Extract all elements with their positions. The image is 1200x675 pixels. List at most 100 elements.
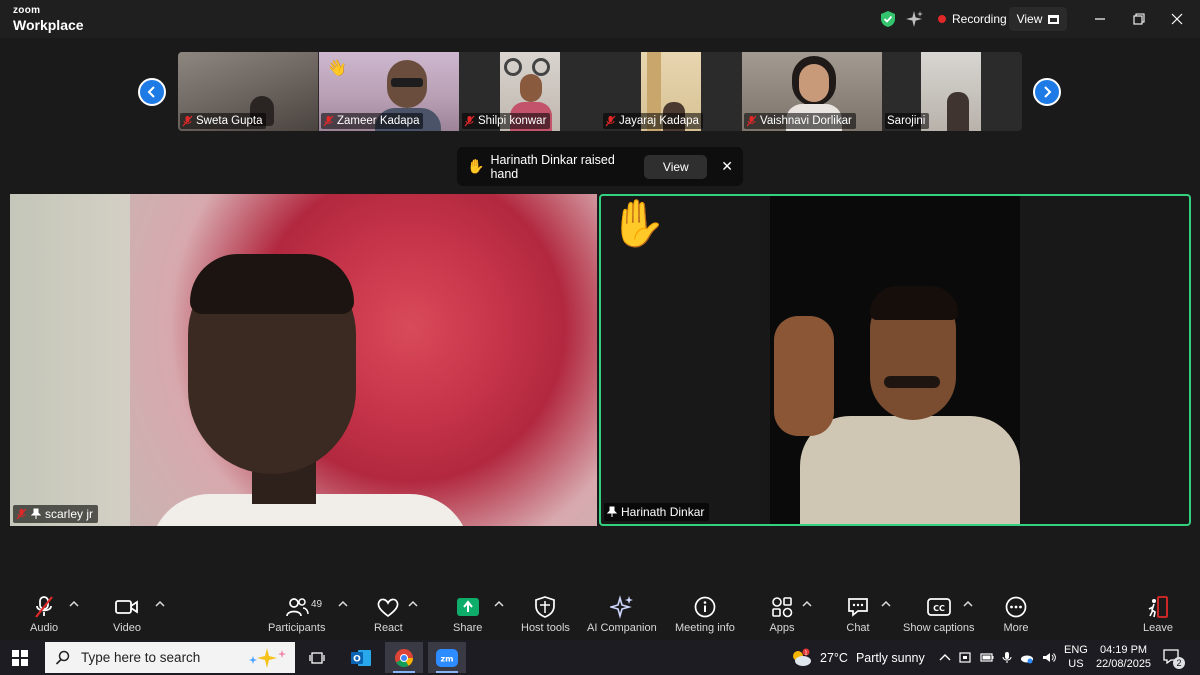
gallery-strip: Sweta Gupta 👋 Zameer Kadapa Shilpi konwa… (178, 52, 1022, 131)
gallery-next-button[interactable] (1033, 78, 1061, 106)
mic-muted-icon (605, 115, 616, 127)
participant-name-tag: Jayaraj Kadapa (603, 113, 703, 129)
outlook-app-button[interactable]: O (342, 642, 380, 673)
share-screen-icon (455, 594, 481, 620)
participant-thumbnail[interactable]: Sweta Gupta (178, 52, 318, 131)
recording-indicator[interactable]: Recording (930, 8, 1015, 30)
participant-silhouette (947, 92, 969, 131)
host-tools-button[interactable]: Host tools (521, 594, 570, 634)
toast-view-button[interactable]: View (644, 154, 708, 179)
battery-icon[interactable] (980, 651, 994, 664)
video-button[interactable]: Video (113, 594, 141, 634)
react-options-caret-icon[interactable] (408, 600, 418, 608)
wall-decor-shape (504, 58, 522, 76)
participants-options-caret-icon[interactable] (338, 600, 348, 608)
input-language-indicator[interactable]: ENG US (1064, 643, 1088, 671)
chat-options-caret-icon[interactable] (881, 600, 891, 608)
onedrive-cloud-icon[interactable] (1020, 651, 1034, 664)
share-button[interactable]: Share (453, 594, 482, 634)
toast-close-button[interactable]: ✕ (721, 158, 733, 175)
more-button[interactable]: More (1003, 594, 1029, 634)
active-app-indicator (393, 671, 415, 673)
ai-sparkle-icon[interactable] (905, 10, 923, 28)
wall-decor-shape (532, 58, 550, 76)
apps-button[interactable]: Apps (769, 594, 795, 634)
microphone-tray-icon[interactable] (1000, 651, 1014, 664)
chevron-up-icon[interactable] (938, 651, 952, 664)
leave-label: Leave (1143, 622, 1173, 634)
apps-options-caret-icon[interactable] (802, 600, 812, 608)
close-icon (1171, 13, 1183, 25)
participant-thumbnail[interactable]: 👋 Zameer Kadapa (319, 52, 459, 131)
mic-muted-icon (16, 508, 27, 520)
windows-taskbar: Type here to search O zm 1 27°C Partly s… (0, 640, 1200, 675)
weather-widget[interactable]: 1 27°C Partly sunny (790, 648, 925, 668)
screen-capture-icon[interactable] (958, 651, 972, 664)
participant-thumbnail[interactable]: Vaishnavi Dorlikar (742, 52, 882, 131)
pin-icon (607, 506, 617, 517)
close-window-button[interactable] (1162, 6, 1192, 32)
participant-name: Shilpi konwar (478, 115, 547, 127)
leave-button[interactable]: Leave (1143, 594, 1173, 634)
participant-thumbnail[interactable]: Jayaraj Kadapa (601, 52, 741, 131)
gallery-prev-button[interactable] (138, 78, 166, 106)
video-tile-harinath-dinkar[interactable]: ✋ Harinath Dinkar (599, 194, 1191, 526)
video-options-caret-icon[interactable] (155, 600, 165, 608)
participants-label: Participants (268, 622, 326, 634)
wave-reaction-icon: 👋 (327, 60, 347, 77)
participant-thumbnail[interactable]: Shilpi konwar (460, 52, 600, 131)
video-camera-icon (114, 594, 140, 620)
logo-workplace-text: Workplace (13, 17, 84, 33)
participant-thumbnail[interactable]: Sarojini (883, 52, 1022, 131)
recording-dot-icon (938, 15, 946, 23)
participant-face (520, 74, 542, 102)
windows-start-icon[interactable] (12, 650, 28, 666)
audio-button[interactable]: Audio (30, 594, 58, 634)
host-tools-label: Host tools (521, 622, 570, 634)
view-button[interactable]: View (1009, 7, 1067, 31)
active-app-indicator (436, 671, 458, 673)
captions-options-caret-icon[interactable] (963, 600, 973, 608)
task-view-button[interactable] (298, 642, 336, 673)
svg-text:CC: CC (933, 604, 945, 613)
restore-icon (1133, 13, 1145, 25)
more-label: More (1003, 622, 1029, 634)
chrome-app-button[interactable] (385, 642, 423, 673)
raised-arm-shape (774, 316, 834, 436)
chat-button[interactable]: Chat (845, 594, 871, 634)
apps-grid-icon (769, 594, 795, 620)
title-bar: zoom Workplace Recording View (0, 0, 1200, 38)
video-tile-scarley-jr[interactable]: scarley jr (10, 194, 597, 526)
participant-name-tag: scarley jr (13, 505, 99, 523)
react-button[interactable]: React (374, 594, 403, 634)
encryption-shield-icon[interactable] (880, 10, 896, 28)
keyboard-region: US (1068, 658, 1084, 670)
share-options-caret-icon[interactable] (494, 600, 504, 608)
meeting-info-label: Meeting info (675, 622, 735, 634)
ai-companion-button[interactable]: AI Companion (587, 594, 657, 634)
audio-options-caret-icon[interactable] (69, 600, 79, 608)
svg-text:1: 1 (804, 650, 807, 656)
grid-view-icon (1048, 14, 1060, 24)
system-clock[interactable]: 04:19 PM 22/08/2025 (1096, 643, 1151, 671)
zoom-app-button[interactable]: zm (428, 642, 466, 673)
search-icon (55, 650, 70, 665)
restore-button[interactable] (1124, 6, 1154, 32)
more-ellipsis-icon (1003, 594, 1029, 620)
search-placeholder: Type here to search (81, 650, 201, 665)
meeting-info-button[interactable]: Meeting info (675, 594, 735, 634)
participant-name-tag: Zameer Kadapa (321, 113, 424, 129)
taskbar-search-box[interactable]: Type here to search (45, 642, 295, 673)
notification-center-button[interactable]: 2 (1162, 648, 1185, 669)
heart-react-icon (375, 594, 401, 620)
svg-text:O: O (353, 654, 361, 664)
chrome-icon (395, 648, 413, 667)
participants-icon (284, 594, 310, 620)
chevron-right-icon (1044, 86, 1052, 98)
language-code: ENG (1064, 644, 1088, 656)
shirt-shape (800, 416, 1020, 524)
participant-name: Zameer Kadapa (337, 115, 420, 127)
speaker-volume-icon[interactable] (1042, 651, 1056, 664)
minimize-button[interactable] (1085, 6, 1115, 32)
mic-muted-icon (746, 115, 757, 127)
